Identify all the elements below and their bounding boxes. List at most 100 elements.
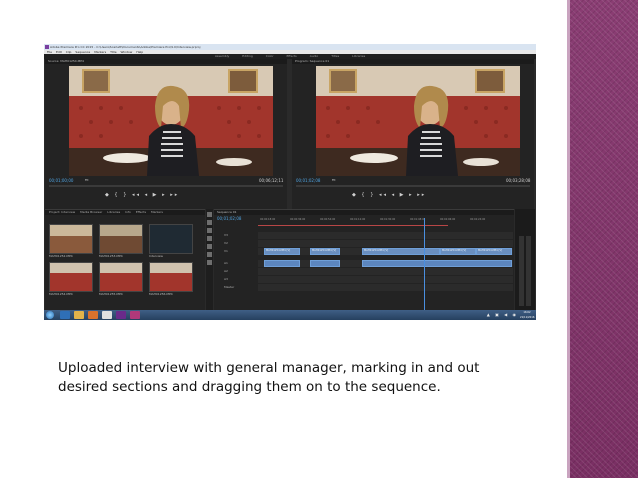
track-select-tool-icon[interactable] bbox=[207, 220, 212, 225]
ruler-tick-label: 00;01;12;00 bbox=[350, 218, 366, 221]
track-header-v2[interactable]: V2 bbox=[224, 240, 256, 247]
tab-libraries[interactable]: Libraries bbox=[107, 210, 120, 214]
start-button-icon[interactable] bbox=[46, 311, 54, 319]
tab-effects[interactable]: Effects bbox=[136, 210, 146, 214]
workspace-effects[interactable]: Effects bbox=[287, 54, 297, 58]
source-transport-controls[interactable]: ◆ { } ◂◂ ◂ ▶ ▸ ▸▸ bbox=[105, 192, 225, 200]
time-ruler[interactable]: 00;00;18;00 00;00;36;00 00;00;54;00 00;0… bbox=[258, 218, 513, 224]
system-tray-icons[interactable]: ▲ ▣ ◀ ◉ bbox=[487, 312, 518, 317]
program-video-frame[interactable] bbox=[316, 66, 520, 176]
ruler-tick-label: 00;00;54;00 bbox=[320, 218, 336, 221]
project-thumbnail[interactable] bbox=[49, 262, 93, 292]
program-timecode[interactable]: 00;01;02;08 bbox=[296, 178, 320, 183]
project-item-label: MAH01253.MP4 bbox=[99, 254, 123, 258]
workspace-audio[interactable]: Audio bbox=[310, 54, 319, 58]
file-explorer-icon[interactable] bbox=[74, 311, 84, 319]
slip-tool-icon[interactable] bbox=[207, 244, 212, 249]
source-monitor-tab[interactable]: Source: MAH01254.MP4 bbox=[45, 59, 287, 64]
project-thumbnail[interactable] bbox=[49, 224, 93, 254]
track-header-v3[interactable]: V3 bbox=[224, 232, 256, 239]
track-a3[interactable] bbox=[258, 276, 513, 283]
project-thumbnail[interactable] bbox=[99, 262, 143, 292]
workspace-assembly[interactable]: Assembly bbox=[215, 54, 229, 58]
track-header-a2[interactable]: A2 bbox=[224, 268, 256, 275]
tab-info[interactable]: Info bbox=[125, 210, 131, 214]
slide-caption: Uploaded interview with general manager,… bbox=[58, 359, 558, 397]
audio-meter-right bbox=[526, 236, 531, 306]
program-transport-controls[interactable]: ◆ { } ◂◂ ◂ ▶ ▸ ▸▸ bbox=[352, 192, 472, 200]
track-header-a3[interactable]: A3 bbox=[224, 276, 256, 283]
premiere-app-icon bbox=[45, 45, 49, 49]
project-panel: Project: Interview Media Browser Librari… bbox=[45, 209, 205, 311]
track-v2[interactable] bbox=[258, 240, 513, 247]
track-header-v1[interactable]: V1 bbox=[224, 248, 256, 255]
source-zoom-select[interactable]: Fit bbox=[85, 178, 89, 182]
ruler-tick-label: 00;00;36;00 bbox=[290, 218, 306, 221]
project-item-label: MAH01252.MP4 bbox=[49, 254, 73, 258]
timeline-audio-clip[interactable] bbox=[310, 260, 340, 267]
pen-tool-icon[interactable] bbox=[207, 252, 212, 257]
track-master[interactable] bbox=[258, 284, 513, 291]
track-a2[interactable] bbox=[258, 268, 513, 275]
caption-line-2: desired sections and dragging them on to… bbox=[58, 379, 441, 395]
in-out-range-bar[interactable] bbox=[258, 225, 448, 226]
chrome-icon[interactable] bbox=[102, 311, 112, 319]
track-v1[interactable]: MAH01254.MP4 [V] MAH01254.MP4 [V] MAH012… bbox=[258, 248, 513, 255]
timeline-tab[interactable]: Sequence 01 bbox=[214, 210, 514, 215]
program-scrubber[interactable] bbox=[296, 185, 530, 187]
workspace-libraries[interactable]: Libraries bbox=[352, 54, 365, 58]
program-monitor: Program: Sequence 01 00;01;02;08 Fit 00;… bbox=[292, 59, 534, 209]
ruler-tick-label: 00;02;06;00 bbox=[440, 218, 456, 221]
track-a1[interactable] bbox=[258, 260, 513, 267]
hand-tool-icon[interactable] bbox=[207, 260, 212, 265]
timeline-clip[interactable]: MAH01254.MP4 [V] bbox=[476, 248, 512, 255]
source-monitor: Source: MAH01254.MP4 00;01;00;00 Fit 00;… bbox=[45, 59, 287, 209]
project-item-label: MAH01254.MP4 bbox=[49, 292, 73, 296]
track-v3[interactable] bbox=[258, 232, 513, 239]
window-title: Adobe Premiere Pro CC 2015 - C:\Users\Sc… bbox=[50, 45, 201, 49]
timeline-audio-clip[interactable] bbox=[264, 260, 300, 267]
workspace-titles[interactable]: Titles bbox=[331, 54, 339, 58]
audio-meter-left bbox=[519, 236, 524, 306]
timeline-clip[interactable]: MAH01254.MP4 [V] bbox=[362, 248, 440, 255]
ruler-tick-label: 00;01;30;00 bbox=[380, 218, 396, 221]
source-timecode[interactable]: 00;01;00;00 bbox=[49, 178, 73, 183]
program-monitor-tab[interactable]: Program: Sequence 01 bbox=[292, 59, 534, 64]
project-item-label: MAH01255.MP4 bbox=[99, 292, 123, 296]
timeline-clip[interactable]: MAH01254.MP4 [V] bbox=[264, 248, 300, 255]
internet-explorer-icon[interactable] bbox=[60, 311, 70, 319]
timeline-timecode[interactable]: 00;01;02;08 bbox=[217, 216, 241, 221]
workspace-editing[interactable]: Editing bbox=[242, 54, 252, 58]
decorative-band bbox=[570, 0, 638, 478]
track-header-master[interactable]: Master bbox=[224, 284, 256, 291]
tab-project[interactable]: Project: Interview bbox=[49, 210, 75, 214]
program-zoom-select[interactable]: Fit bbox=[332, 178, 336, 182]
slide: Adobe Premiere Pro CC 2015 - C:\Users\Sc… bbox=[0, 0, 638, 478]
premiere-taskbar-icon[interactable] bbox=[116, 311, 126, 319]
timeline-audio-clip[interactable] bbox=[362, 260, 512, 267]
source-duration: 00;06;12;11 bbox=[259, 178, 284, 183]
project-panel-tabs: Project: Interview Media Browser Librari… bbox=[45, 210, 205, 215]
project-thumbnail[interactable] bbox=[149, 224, 193, 254]
media-player-icon[interactable] bbox=[88, 311, 98, 319]
timeline-clip[interactable]: MAH01254.MP4 [V] bbox=[440, 248, 476, 255]
playhead[interactable] bbox=[424, 218, 425, 311]
tab-markers[interactable]: Markers bbox=[151, 210, 163, 214]
source-video-frame[interactable] bbox=[69, 66, 273, 176]
project-item-label: MAH01256.MP4 bbox=[149, 292, 173, 296]
selection-tool-icon[interactable] bbox=[207, 212, 212, 217]
premiere-screenshot: Adobe Premiere Pro CC 2015 - C:\Users\Sc… bbox=[44, 44, 536, 320]
taskbar-clock[interactable]: 16:02 21/11/2016 bbox=[520, 310, 534, 320]
timeline-clip[interactable]: MAH01254.MP4 [V] bbox=[310, 248, 340, 255]
tab-media-browser[interactable]: Media Browser bbox=[80, 210, 102, 214]
workspace-color[interactable]: Color bbox=[266, 54, 274, 58]
track-header-a1[interactable]: A1 bbox=[224, 260, 256, 267]
windows-taskbar: ▲ ▣ ◀ ◉ 16:02 21/11/2016 bbox=[44, 310, 536, 320]
razor-tool-icon[interactable] bbox=[207, 236, 212, 241]
ruler-tick-label: 00;02;24;00 bbox=[470, 218, 486, 221]
project-thumbnail[interactable] bbox=[99, 224, 143, 254]
project-thumbnail[interactable] bbox=[149, 262, 193, 292]
app-taskbar-icon[interactable] bbox=[130, 311, 140, 319]
source-scrubber[interactable] bbox=[49, 185, 283, 187]
ripple-edit-tool-icon[interactable] bbox=[207, 228, 212, 233]
